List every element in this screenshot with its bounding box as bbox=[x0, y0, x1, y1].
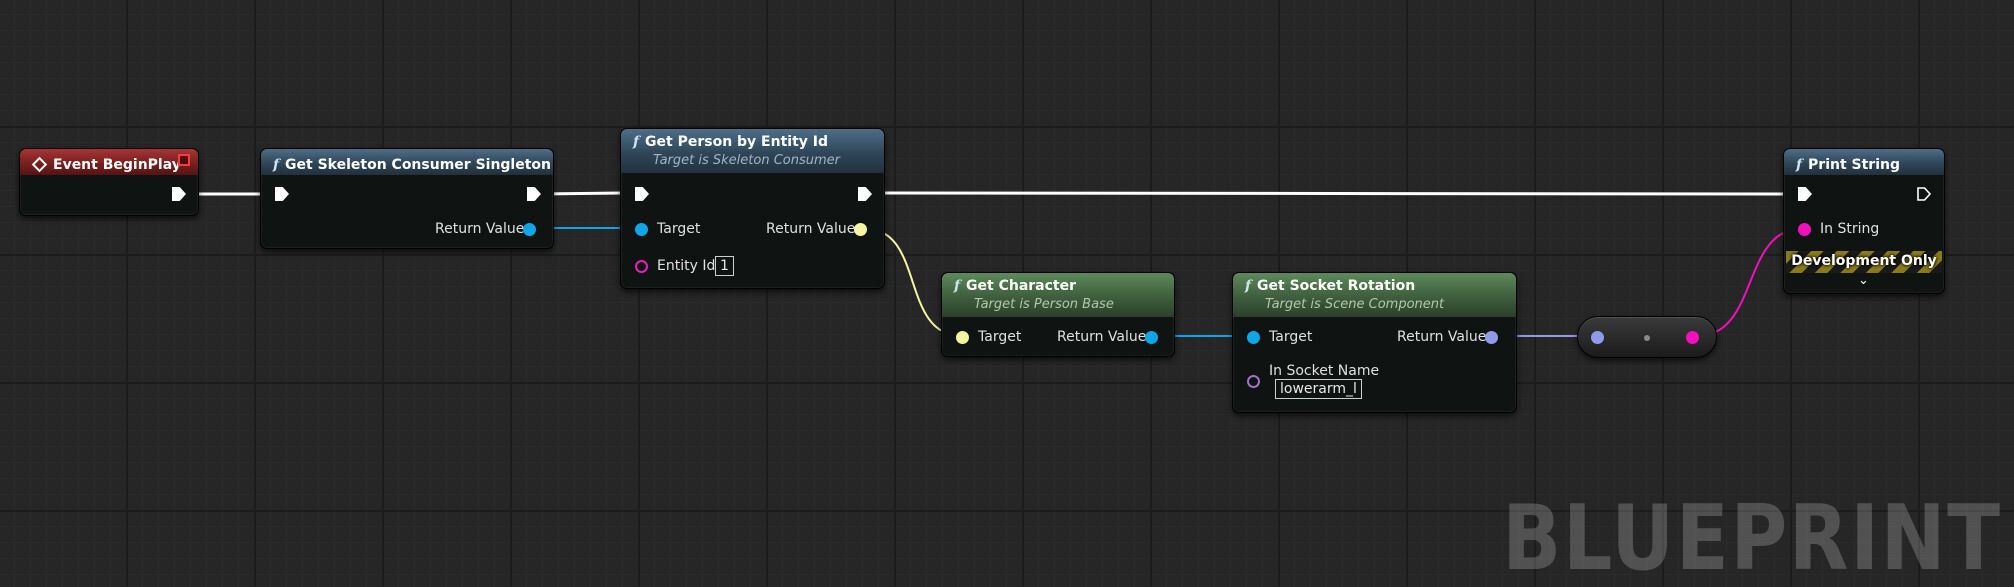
return-value-label: Return Value bbox=[435, 221, 525, 237]
in-string-pin[interactable] bbox=[1798, 223, 1811, 236]
node-print-string[interactable]: f Print String In String Development Only… bbox=[1783, 148, 1945, 294]
blueprint-watermark: BLUEPRINT bbox=[1502, 486, 2002, 587]
target-pin[interactable] bbox=[1247, 331, 1260, 344]
socket-name-label: In Socket Name bbox=[1269, 363, 1380, 379]
event-indicator-icon bbox=[178, 154, 190, 166]
node-get-person-by-entity-id[interactable]: f Get Person by Entity Id Target is Skele… bbox=[620, 128, 885, 289]
target-label: Target bbox=[978, 329, 1022, 345]
target-label: Target bbox=[1269, 329, 1313, 345]
entity-id-label: Entity Id bbox=[657, 258, 716, 274]
return-value-label: Return Value bbox=[766, 221, 856, 237]
node-title: Get Skeleton Consumer Singleton bbox=[285, 157, 552, 173]
exec-input-pin[interactable] bbox=[275, 187, 289, 201]
function-icon: f bbox=[633, 134, 640, 150]
node-header: Event BeginPlay bbox=[20, 149, 198, 175]
node-get-skeleton-consumer-singleton[interactable]: f Get Skeleton Consumer Singleton Return … bbox=[260, 148, 554, 249]
node-subtitle: Target is Skeleton Consumer bbox=[653, 153, 840, 168]
node-subtitle: Target is Scene Component bbox=[1265, 297, 1445, 312]
function-icon: f bbox=[273, 157, 280, 173]
node-header: f Get Person by Entity Id Target is Skele… bbox=[621, 129, 884, 173]
exec-wire-person-to-print bbox=[867, 191, 1793, 196]
entity-id-input[interactable]: 1 bbox=[715, 256, 734, 276]
in-string-label: In String bbox=[1820, 221, 1880, 237]
node-title: Event BeginPlay bbox=[53, 157, 181, 173]
return-value-pin[interactable] bbox=[523, 223, 536, 236]
target-pin[interactable] bbox=[635, 223, 648, 236]
exec-output-pin[interactable] bbox=[1917, 187, 1931, 201]
node-event-beginplay[interactable]: Event BeginPlay bbox=[19, 148, 199, 216]
entity-id-pin[interactable] bbox=[635, 260, 648, 273]
event-diamond-icon bbox=[31, 156, 48, 173]
chevron-down-icon[interactable]: ⌄ bbox=[1858, 273, 1869, 288]
return-value-pin[interactable] bbox=[1145, 331, 1158, 344]
conversion-output-pin[interactable] bbox=[1686, 331, 1699, 344]
socket-name-input[interactable]: lowerarm_l bbox=[1275, 379, 1362, 399]
return-value-pin[interactable] bbox=[854, 223, 867, 236]
function-icon: f bbox=[1245, 278, 1252, 294]
node-header: f Print String bbox=[1784, 149, 1944, 175]
development-only-label: Development Only bbox=[1791, 253, 1937, 269]
return-value-label: Return Value bbox=[1397, 329, 1487, 345]
exec-input-pin[interactable] bbox=[1798, 187, 1812, 201]
exec-output-pin[interactable] bbox=[527, 187, 541, 201]
exec-input-pin[interactable] bbox=[635, 187, 649, 201]
node-subtitle: Target is Person Base bbox=[974, 297, 1114, 312]
blueprint-graph-canvas[interactable]: Event BeginPlay f Get Skeleton Consumer S… bbox=[0, 0, 2014, 587]
node-title: Get Person by Entity Id bbox=[645, 134, 829, 150]
target-pin[interactable] bbox=[956, 331, 969, 344]
socket-name-pin[interactable] bbox=[1247, 375, 1260, 388]
development-only-banner: Development Only bbox=[1786, 251, 1942, 273]
conversion-input-pin[interactable] bbox=[1591, 331, 1604, 344]
conversion-node[interactable] bbox=[1577, 316, 1717, 358]
node-header: f Get Skeleton Consumer Singleton bbox=[261, 149, 553, 175]
node-title: Get Character bbox=[966, 278, 1077, 294]
return-value-pin[interactable] bbox=[1485, 331, 1498, 344]
conversion-dot-icon bbox=[1644, 335, 1650, 341]
exec-output-pin[interactable] bbox=[172, 187, 186, 201]
function-icon: f bbox=[1796, 157, 1803, 173]
target-label: Target bbox=[657, 221, 701, 237]
node-get-character[interactable]: f Get Character Target is Person Base Tar… bbox=[941, 272, 1175, 357]
node-title: Print String bbox=[1808, 157, 1900, 173]
function-icon: f bbox=[954, 278, 961, 294]
node-title: Get Socket Rotation bbox=[1257, 278, 1416, 294]
exec-output-outline-icon bbox=[1917, 187, 1931, 201]
exec-output-pin[interactable] bbox=[858, 187, 872, 201]
return-value-label: Return Value bbox=[1057, 329, 1147, 345]
node-get-socket-rotation[interactable]: f Get Socket Rotation Target is Scene Com… bbox=[1232, 272, 1517, 413]
node-header: f Get Character Target is Person Base bbox=[942, 273, 1174, 317]
node-header: f Get Socket Rotation Target is Scene Com… bbox=[1233, 273, 1516, 317]
